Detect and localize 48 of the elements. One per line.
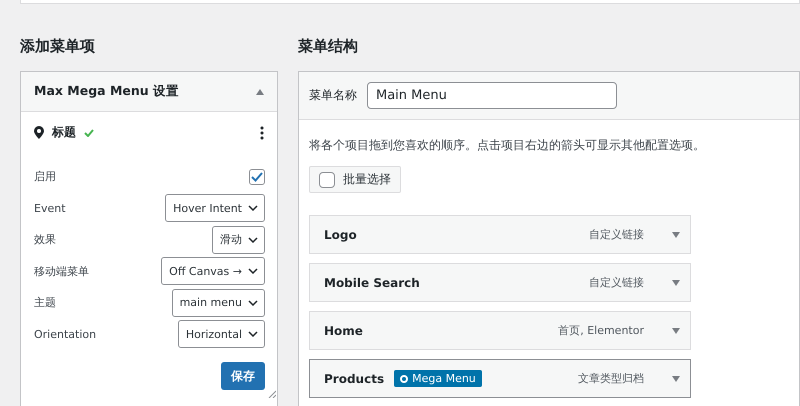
resize-handle-icon[interactable] <box>268 390 276 398</box>
more-options-icon[interactable] <box>260 126 264 140</box>
select-field[interactable]: main menu <box>172 288 265 317</box>
menu-item-title: Home <box>324 324 363 338</box>
menu-item[interactable]: Logo 自定义链接 <box>309 215 691 254</box>
select-field[interactable]: Off Canvas → <box>161 257 265 286</box>
field-label: 移动端菜单 <box>34 264 89 279</box>
menu-item-type: 文章类型归档 <box>578 371 644 386</box>
menu-item[interactable]: Products Mega Menu 文章类型归档 <box>309 359 691 398</box>
menu-item[interactable]: Mobile Search 自定义链接 <box>309 263 691 302</box>
section-heading: 添加菜单项 <box>20 36 96 57</box>
select-field[interactable]: Horizontal <box>178 320 265 348</box>
menu-item-type: 首页, Elementor <box>558 323 644 338</box>
panel-header[interactable]: Max Mega Menu 设置 <box>21 72 277 112</box>
chevron-down-icon <box>248 331 258 338</box>
checkbox[interactable] <box>249 168 265 185</box>
menu-item[interactable]: Home 首页, Elementor <box>309 311 691 350</box>
expand-arrow-icon[interactable] <box>672 280 680 286</box>
field-label: 主题 <box>34 295 56 310</box>
map-pin-icon <box>34 126 44 139</box>
field-label: 菜单名称 <box>309 87 357 104</box>
field-label: Orientation <box>34 328 96 341</box>
menu-item-type: 自定义链接 <box>589 227 644 242</box>
expand-arrow-icon[interactable] <box>672 232 680 238</box>
chevron-down-icon <box>248 268 258 274</box>
instructions-text: 将各个项目拖到您喜欢的顺序。点击项目右边的箭头可显示其他配置选项。 <box>309 138 705 152</box>
expand-arrow-icon[interactable] <box>672 376 680 382</box>
collapse-arrow-icon[interactable] <box>256 88 264 94</box>
panel-title: Max Mega Menu 设置 <box>34 83 180 100</box>
chevron-down-icon <box>248 205 258 212</box>
mega-menu-badge[interactable]: Mega Menu <box>394 370 482 387</box>
menu-item-title: Mobile Search <box>324 276 420 290</box>
select-field[interactable]: Hover Intent <box>165 194 265 222</box>
field-label: 启用 <box>34 169 56 184</box>
item-title: 标题 <box>52 124 76 141</box>
chevron-down-icon <box>248 300 258 306</box>
select-field[interactable]: 滑动 <box>212 226 265 254</box>
chevron-down-icon <box>248 236 258 243</box>
menu-item-title: Products <box>324 372 384 386</box>
menu-name-field[interactable]: Main Menu <box>367 82 617 109</box>
bulk-select-button[interactable]: 批量选择 <box>309 166 401 193</box>
menu-item-type: 自定义链接 <box>589 275 644 290</box>
field-label: 效果 <box>34 232 56 248</box>
save-button[interactable]: 保存 <box>221 362 265 390</box>
section-heading: 菜单结构 <box>298 36 359 57</box>
expand-arrow-icon[interactable] <box>672 328 680 334</box>
menu-item-title: Logo <box>324 228 357 242</box>
field-label: Event <box>34 202 66 215</box>
